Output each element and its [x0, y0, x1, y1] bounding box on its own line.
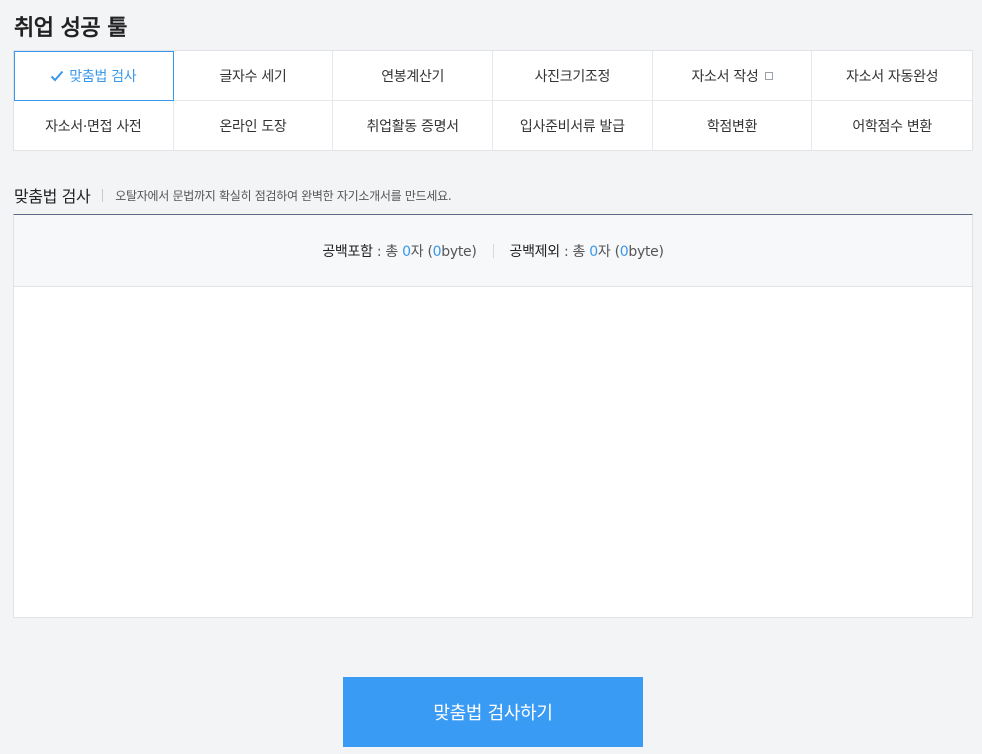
tool-menu-grid: 맞춤법 검사 글자수 세기 연봉계산기 사진크기조정 자소서 작성 자소서 자동… [13, 50, 973, 151]
tool-gpa-converter[interactable]: 학점변환 [653, 101, 813, 151]
page: 취업 성공 툴 맞춤법 검사 글자수 세기 연봉계산기 사진크기조정 자소서 작… [0, 0, 982, 754]
page-title: 취업 성공 툴 [14, 16, 128, 41]
section-description: 오탈자에서 문법까지 확실히 점검하여 완벽한 자기소개서를 만드세요. [115, 188, 452, 203]
byte-open: ( [610, 243, 620, 260]
tool-label: 연봉계산기 [381, 68, 445, 85]
divider [492, 243, 494, 258]
tool-job-activity-certificate[interactable]: 취업활동 증명서 [333, 101, 493, 151]
byte-count-value: 0 [432, 243, 442, 260]
spell-check-editor: 공백포함 : 총 0자 (0byte) 공백제외 : 총 0자 (0byte) [13, 214, 973, 618]
tool-label: 학점변환 [706, 119, 758, 135]
tool-spell-check[interactable]: 맞춤법 검사 [14, 51, 174, 101]
tool-label: 자소서 자동완성 [846, 68, 939, 85]
tool-label: 취업활동 증명서 [366, 119, 460, 135]
tool-resume-autocomplete[interactable]: 자소서 자동완성 [812, 51, 972, 101]
tool-interview-dictionary[interactable]: 자소서·면접 사전 [14, 101, 174, 151]
tool-label: 맞춤법 검사 [69, 68, 137, 85]
tool-label: 어학점수 변환 [852, 119, 932, 135]
tool-document-issuance[interactable]: 입사준비서류 발급 [493, 101, 653, 151]
section-title: 맞춤법 검사 [14, 187, 91, 206]
counter-label: 공백제외 [509, 243, 561, 260]
tool-label: 글자수 세기 [219, 68, 287, 85]
byte-close: byte) [628, 243, 664, 260]
tool-salary-calculator[interactable]: 연봉계산기 [333, 51, 493, 101]
counter-with-spaces: 공백포함 : 총 0자 (0byte) [322, 241, 476, 261]
byte-close: byte) [441, 243, 477, 260]
tool-label: 온라인 도장 [219, 119, 287, 135]
spell-check-submit-button[interactable]: 맞춤법 검사하기 [343, 677, 643, 747]
tool-label: 자소서·면접 사전 [45, 119, 142, 135]
char-unit: 자 [597, 243, 611, 260]
tool-label: 입사준비서류 발급 [519, 119, 625, 135]
tool-label: 사진크기조정 [534, 68, 611, 85]
check-icon [51, 70, 64, 81]
divider [102, 188, 104, 202]
counter-prefix: : 총 [372, 243, 403, 260]
tool-photo-resize[interactable]: 사진크기조정 [493, 51, 653, 101]
tool-label: 자소서 작성 [691, 68, 759, 85]
counter-prefix: : 총 [559, 243, 590, 260]
tool-char-count[interactable]: 글자수 세기 [173, 51, 334, 101]
byte-open: ( [423, 243, 433, 260]
char-count-value: 0 [589, 243, 598, 260]
text-input-area[interactable] [14, 287, 972, 617]
char-counter-bar: 공백포함 : 총 0자 (0byte) 공백제외 : 총 0자 (0byte) [14, 215, 972, 287]
counter-without-spaces: 공백제외 : 총 0자 (0byte) [510, 241, 664, 261]
tool-online-stamp[interactable]: 온라인 도장 [174, 101, 334, 151]
char-unit: 자 [410, 243, 424, 260]
section-header: 맞춤법 검사 오탈자에서 문법까지 확실히 점검하여 완벽한 자기소개서를 만드… [14, 183, 452, 207]
tool-resume-writing[interactable]: 자소서 작성 [652, 51, 813, 101]
char-count-value: 0 [402, 243, 411, 260]
external-link-icon [764, 72, 773, 80]
counter-label: 공백포함 [322, 243, 373, 260]
tool-language-score-converter[interactable]: 어학점수 변환 [812, 101, 972, 151]
